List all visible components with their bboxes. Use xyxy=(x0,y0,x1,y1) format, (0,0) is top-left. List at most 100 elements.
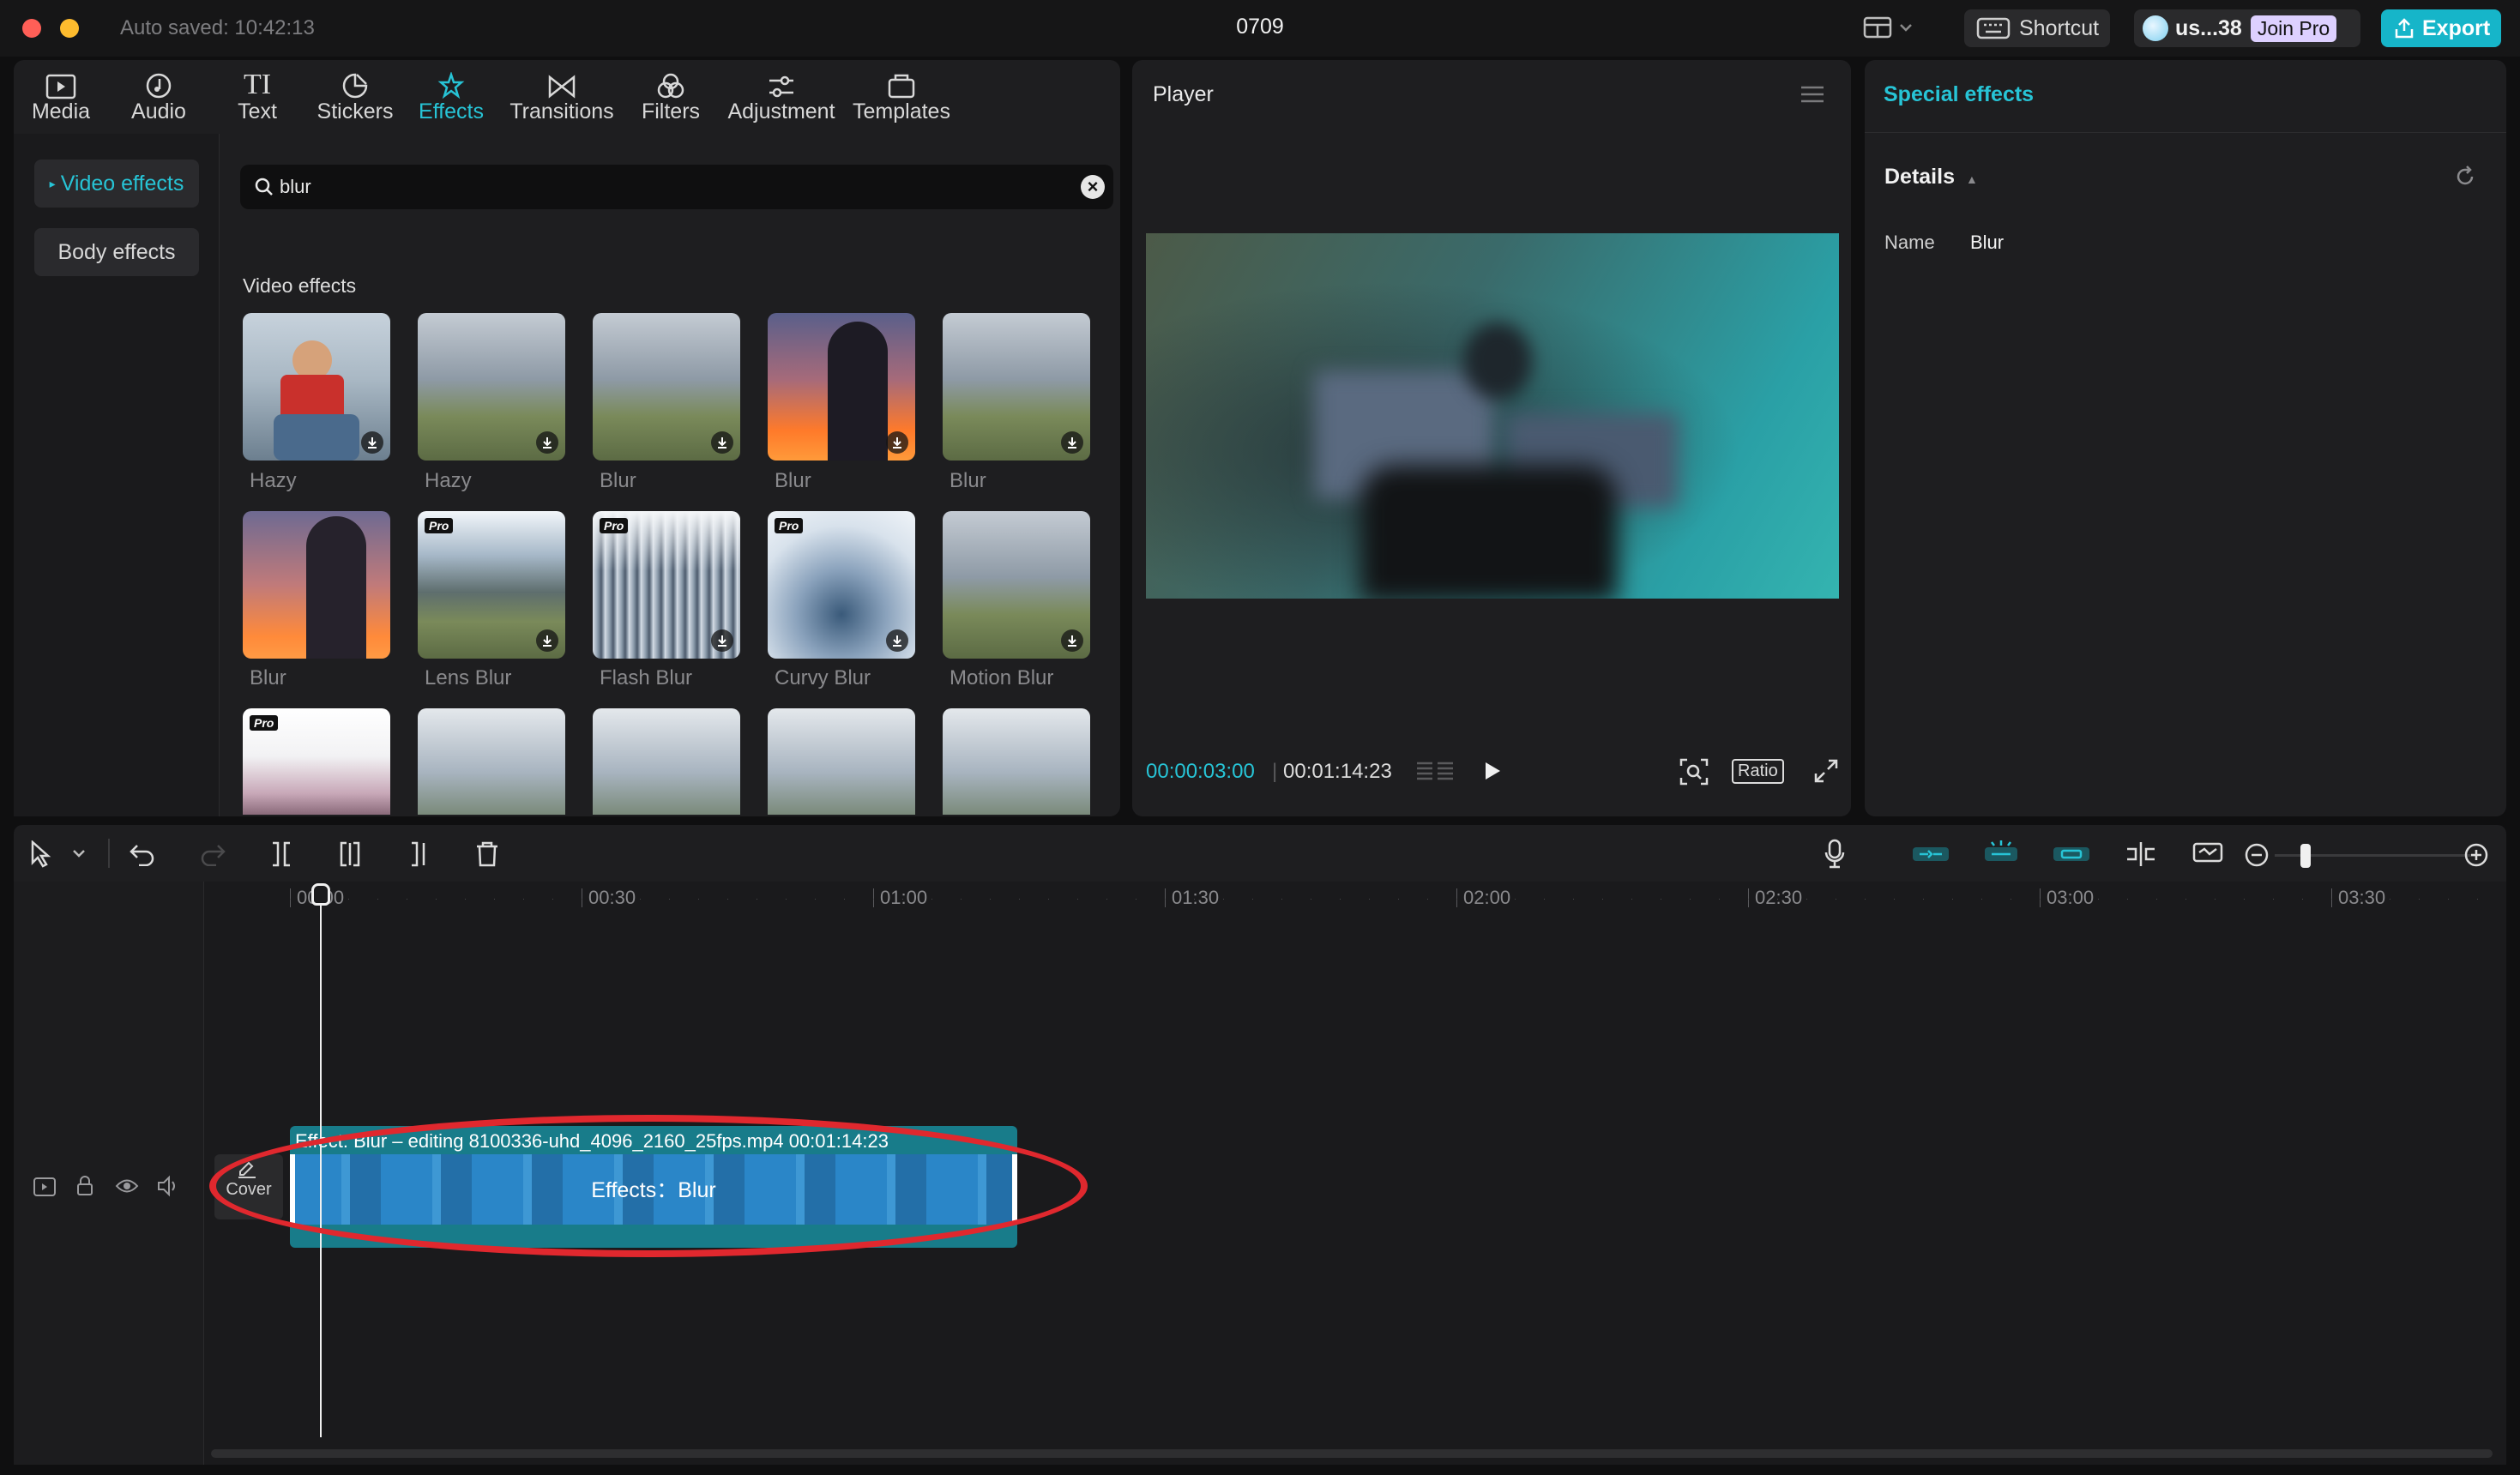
select-cursor-icon[interactable] xyxy=(29,840,53,868)
download-icon[interactable] xyxy=(361,431,383,454)
tab-templates[interactable]: Templates xyxy=(851,67,952,124)
effect-thumbnail[interactable] xyxy=(943,313,1090,461)
preview-axis-icon[interactable] xyxy=(2192,840,2223,868)
download-icon[interactable] xyxy=(711,629,733,652)
linkage-icon[interactable] xyxy=(1981,839,2021,868)
track-headers xyxy=(14,882,204,1465)
ruler-label: 03:00 xyxy=(2047,887,2095,908)
effect-thumbnail[interactable]: Pro xyxy=(768,511,915,659)
zoom-slider-handle[interactable] xyxy=(2300,844,2311,868)
video-track-icon xyxy=(33,1177,56,1196)
effect-label: Blur xyxy=(950,469,986,492)
fullscreen-icon[interactable] xyxy=(1813,758,1839,784)
tab-transitions[interactable]: Transitions xyxy=(508,67,616,124)
tab-adjustment[interactable]: Adjustment xyxy=(726,67,837,124)
tab-filters[interactable]: Filters xyxy=(636,67,705,124)
tab-stickers[interactable]: Stickers xyxy=(312,67,398,124)
layout-switcher[interactable] xyxy=(1863,15,1913,39)
effect-thumbnail[interactable] xyxy=(418,708,565,815)
details-section-toggle[interactable]: Details ▲ xyxy=(1884,165,1978,190)
download-icon[interactable] xyxy=(1061,629,1083,652)
microphone-icon[interactable] xyxy=(1824,839,1846,870)
download-icon[interactable] xyxy=(886,431,908,454)
current-time: 00:00:03:00 xyxy=(1146,760,1255,783)
playhead-handle[interactable] xyxy=(311,883,330,906)
effect-thumbnail[interactable] xyxy=(943,708,1090,815)
ruler-label: 02:00 xyxy=(1463,887,1511,908)
text-icon: TI xyxy=(243,69,272,100)
magnet-snap-icon[interactable] xyxy=(1911,844,1950,864)
tab-effects[interactable]: Effects xyxy=(412,67,491,124)
effect-thumbnail[interactable] xyxy=(943,511,1090,659)
horizontal-scrollbar[interactable] xyxy=(211,1449,2493,1458)
effect-label: Flash Blur xyxy=(600,666,693,689)
ruler-tick xyxy=(290,888,291,907)
trim-right-icon[interactable] xyxy=(407,840,431,868)
trim-left-icon[interactable] xyxy=(338,840,362,868)
speaker-icon[interactable] xyxy=(156,1175,180,1197)
reset-icon[interactable] xyxy=(2453,165,2477,189)
tab-media[interactable]: Media xyxy=(26,67,96,124)
effect-thumbnail[interactable] xyxy=(768,708,915,815)
search-input[interactable]: blur xyxy=(280,176,311,198)
play-icon[interactable] xyxy=(1482,760,1503,782)
join-pro-button[interactable]: Join Pro xyxy=(2250,15,2337,42)
timecode-format-icon[interactable] xyxy=(1415,758,1455,784)
split-icon[interactable] xyxy=(269,840,293,868)
properties-tab-special-effects[interactable]: Special effects xyxy=(1884,82,2034,107)
effect-thumbnail[interactable] xyxy=(418,313,565,461)
snapshot-icon[interactable] xyxy=(1679,758,1709,786)
clear-search-button[interactable]: × xyxy=(1081,175,1105,199)
shortcut-button[interactable]: Shortcut xyxy=(1964,9,2110,47)
effect-label: Hazy xyxy=(425,469,472,492)
effect-thumbnail[interactable] xyxy=(593,313,740,461)
effect-thumbnail[interactable] xyxy=(768,313,915,461)
export-label: Export xyxy=(2422,15,2491,40)
tab-stickers-label: Stickers xyxy=(317,99,394,123)
effect-thumbnail[interactable]: Pro xyxy=(243,708,390,815)
ratio-button[interactable]: Ratio xyxy=(1732,759,1784,784)
eye-icon[interactable] xyxy=(115,1177,139,1195)
effect-thumbnail[interactable] xyxy=(243,313,390,461)
name-value: Blur xyxy=(1970,232,2005,253)
export-icon xyxy=(2395,18,2414,39)
ruler-label: 03:30 xyxy=(2338,887,2386,908)
zoom-out-icon[interactable] xyxy=(2244,842,2270,868)
undo-icon[interactable] xyxy=(129,842,156,866)
split-track-icon[interactable] xyxy=(2124,840,2158,868)
auto-snap-icon[interactable] xyxy=(2052,844,2091,864)
player-title: Player xyxy=(1153,82,1214,106)
chevron-down-icon[interactable] xyxy=(72,849,86,858)
sidebar-item-video-effects[interactable]: ▸ Video effects xyxy=(34,160,199,208)
effect-thumbnail[interactable] xyxy=(243,511,390,659)
grid-heading: Video effects xyxy=(243,274,357,297)
username: us...38 xyxy=(2175,15,2242,40)
video-preview[interactable] xyxy=(1146,233,1839,599)
redo-icon[interactable] xyxy=(199,842,226,866)
tab-text[interactable]: TI Text xyxy=(230,67,285,124)
effect-label: Blur xyxy=(600,469,636,492)
download-icon[interactable] xyxy=(1061,431,1083,454)
time-separator: | xyxy=(1272,760,1278,783)
tab-transitions-label: Transitions xyxy=(509,99,614,123)
download-icon[interactable] xyxy=(536,629,558,652)
shortcut-label: Shortcut xyxy=(2019,15,2100,40)
menu-icon[interactable] xyxy=(1800,84,1825,105)
pro-badge: Pro xyxy=(600,518,629,533)
download-icon[interactable] xyxy=(536,431,558,454)
download-icon[interactable] xyxy=(886,629,908,652)
download-icon[interactable] xyxy=(711,431,733,454)
export-button[interactable]: Export xyxy=(2381,9,2501,47)
sidebar-item-body-effects[interactable]: Body effects xyxy=(34,228,199,276)
effect-thumbnail[interactable]: Pro xyxy=(593,511,740,659)
zoom-in-icon[interactable] xyxy=(2463,842,2489,868)
search-field[interactable]: blur × xyxy=(240,165,1113,209)
tab-audio[interactable]: Audio xyxy=(125,67,192,124)
delete-icon[interactable] xyxy=(475,840,499,868)
lock-icon[interactable] xyxy=(75,1175,94,1197)
effect-thumbnail[interactable] xyxy=(593,708,740,815)
effect-thumbnail[interactable]: Pro xyxy=(418,511,565,659)
user-menu[interactable]: us...38 Join Pro xyxy=(2134,9,2360,47)
ruler-tick xyxy=(2331,888,2332,907)
effect-label: Lens Blur xyxy=(425,666,512,689)
